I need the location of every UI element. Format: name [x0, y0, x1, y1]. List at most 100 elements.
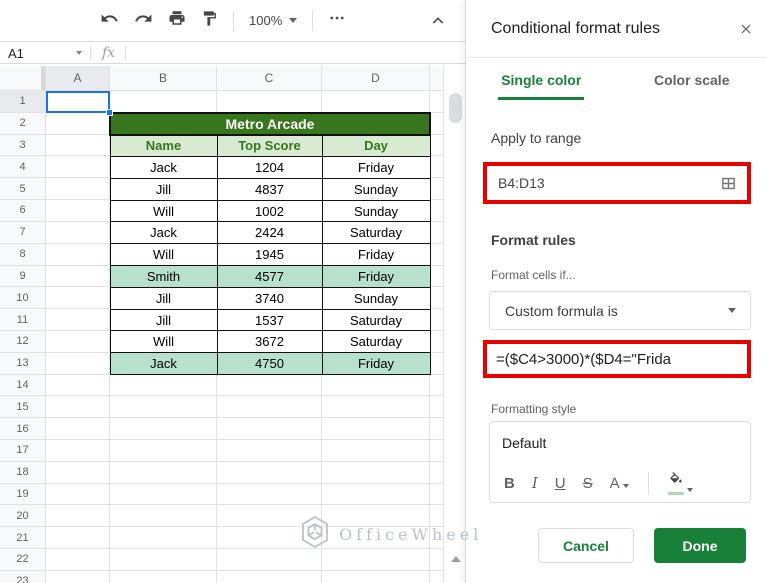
row-header[interactable]: 20	[0, 505, 46, 528]
table-cell[interactable]: Friday	[321, 352, 431, 376]
undo-button[interactable]	[100, 9, 119, 33]
table-cell[interactable]: 3740	[216, 286, 323, 310]
grid-cell[interactable]	[110, 91, 217, 113]
table-cell[interactable]: Will	[109, 243, 218, 267]
grid-cell[interactable]	[110, 505, 217, 528]
row-header[interactable]: 23	[0, 570, 46, 583]
grid-cell[interactable]	[46, 440, 110, 462]
grid-cell[interactable]	[110, 396, 217, 419]
grid-cell[interactable]	[46, 374, 110, 397]
grid-cell[interactable]	[46, 243, 110, 266]
grid-cell[interactable]	[322, 91, 430, 113]
grid-cell[interactable]	[430, 112, 444, 135]
more-options-button[interactable]	[328, 9, 346, 32]
grid-cell[interactable]	[46, 570, 110, 583]
grid-cell[interactable]	[430, 483, 444, 506]
grid-cell[interactable]	[46, 396, 110, 419]
row-header[interactable]: 19	[0, 483, 46, 506]
table-cell[interactable]: Friday	[321, 265, 431, 288]
grid-cell[interactable]	[430, 396, 444, 419]
grid-cell[interactable]	[46, 461, 110, 484]
table-cell[interactable]: Jill	[109, 308, 218, 332]
grid-cell[interactable]	[430, 505, 444, 528]
grid-cell[interactable]	[110, 527, 217, 550]
grid-cell[interactable]	[430, 200, 444, 222]
table-cell[interactable]: Jack	[109, 221, 218, 245]
column-header-a[interactable]: A	[46, 66, 110, 91]
table-cell[interactable]: 3672	[216, 330, 323, 354]
grid-cell[interactable]	[430, 178, 444, 201]
table-cell[interactable]: Saturday	[321, 308, 431, 332]
bold-button[interactable]: B	[504, 476, 515, 491]
grid-cell[interactable]	[430, 134, 444, 157]
grid-cell[interactable]	[322, 396, 430, 419]
table-cell[interactable]: 1537	[216, 308, 323, 332]
row-header[interactable]: 14	[0, 374, 46, 397]
redo-button[interactable]	[134, 9, 153, 33]
grid-cell[interactable]	[217, 461, 322, 484]
grid-cell[interactable]	[217, 527, 322, 550]
print-button[interactable]	[168, 9, 186, 32]
text-color-button[interactable]: A	[610, 476, 629, 491]
grid-cell[interactable]	[110, 374, 217, 397]
row-header[interactable]: 12	[0, 330, 46, 353]
grid-cell[interactable]	[46, 200, 110, 222]
table-cell[interactable]: Will	[109, 330, 218, 354]
row-header[interactable]: 2	[0, 112, 46, 135]
column-header-partial[interactable]	[430, 66, 444, 91]
grid-cell[interactable]	[46, 352, 110, 375]
row-header[interactable]: 8	[0, 243, 46, 266]
fill-color-button[interactable]	[667, 471, 693, 495]
grid-cell[interactable]	[46, 287, 110, 310]
grid-cell[interactable]	[217, 374, 322, 397]
table-header-cell[interactable]: Day	[321, 134, 431, 158]
grid-cell[interactable]	[46, 527, 110, 550]
grid-cell[interactable]	[46, 156, 110, 179]
grid-cell[interactable]	[430, 549, 444, 571]
select-all-corner[interactable]	[0, 66, 46, 91]
row-header[interactable]: 6	[0, 200, 46, 222]
column-header-b[interactable]: B	[110, 66, 217, 91]
grid-cell[interactable]	[46, 505, 110, 528]
grid-cell[interactable]	[322, 527, 430, 550]
grid-cell[interactable]	[46, 483, 110, 506]
row-header[interactable]: 10	[0, 287, 46, 310]
name-box[interactable]: A1	[0, 46, 90, 61]
grid-cell[interactable]	[46, 330, 110, 353]
italic-button[interactable]: I	[532, 475, 538, 491]
grid-cell[interactable]	[110, 570, 217, 583]
grid-cell[interactable]	[217, 396, 322, 419]
custom-formula-field[interactable]: =($C4>3000)*($D4="Frida	[483, 340, 751, 378]
grid-cell[interactable]	[110, 549, 217, 571]
grid-cell[interactable]	[430, 352, 444, 375]
grid-cell[interactable]	[46, 265, 110, 288]
grid-cell[interactable]	[217, 549, 322, 571]
grid-cell[interactable]	[322, 418, 430, 440]
grid-cell[interactable]	[217, 418, 322, 440]
row-header[interactable]: 1	[0, 91, 46, 113]
table-title[interactable]: Metro Arcade	[109, 112, 431, 136]
cancel-button[interactable]: Cancel	[538, 528, 634, 563]
grid-cell[interactable]	[46, 221, 110, 244]
grid-cell[interactable]	[430, 527, 444, 550]
scroll-up-button[interactable]	[450, 553, 462, 565]
grid-cell[interactable]	[430, 221, 444, 244]
table-cell[interactable]: Sunday	[321, 199, 431, 223]
row-header[interactable]: 22	[0, 549, 46, 571]
grid-cell[interactable]	[110, 461, 217, 484]
table-cell[interactable]: 4837	[216, 177, 323, 201]
grid-cell[interactable]	[322, 461, 430, 484]
grid-cell[interactable]	[110, 483, 217, 506]
grid-cell[interactable]	[322, 483, 430, 506]
grid-cell[interactable]	[430, 330, 444, 353]
underline-button[interactable]: U	[555, 476, 566, 491]
grid-cell[interactable]	[110, 418, 217, 440]
paint-format-button[interactable]	[201, 10, 218, 32]
grid-cell[interactable]	[430, 570, 444, 583]
range-value[interactable]: B4:D13	[487, 175, 720, 191]
row-header[interactable]: 7	[0, 221, 46, 244]
grid-cell[interactable]	[430, 461, 444, 484]
grid-cell[interactable]	[322, 374, 430, 397]
collapse-toolbar-button[interactable]	[430, 13, 446, 34]
row-header[interactable]: 13	[0, 352, 46, 375]
